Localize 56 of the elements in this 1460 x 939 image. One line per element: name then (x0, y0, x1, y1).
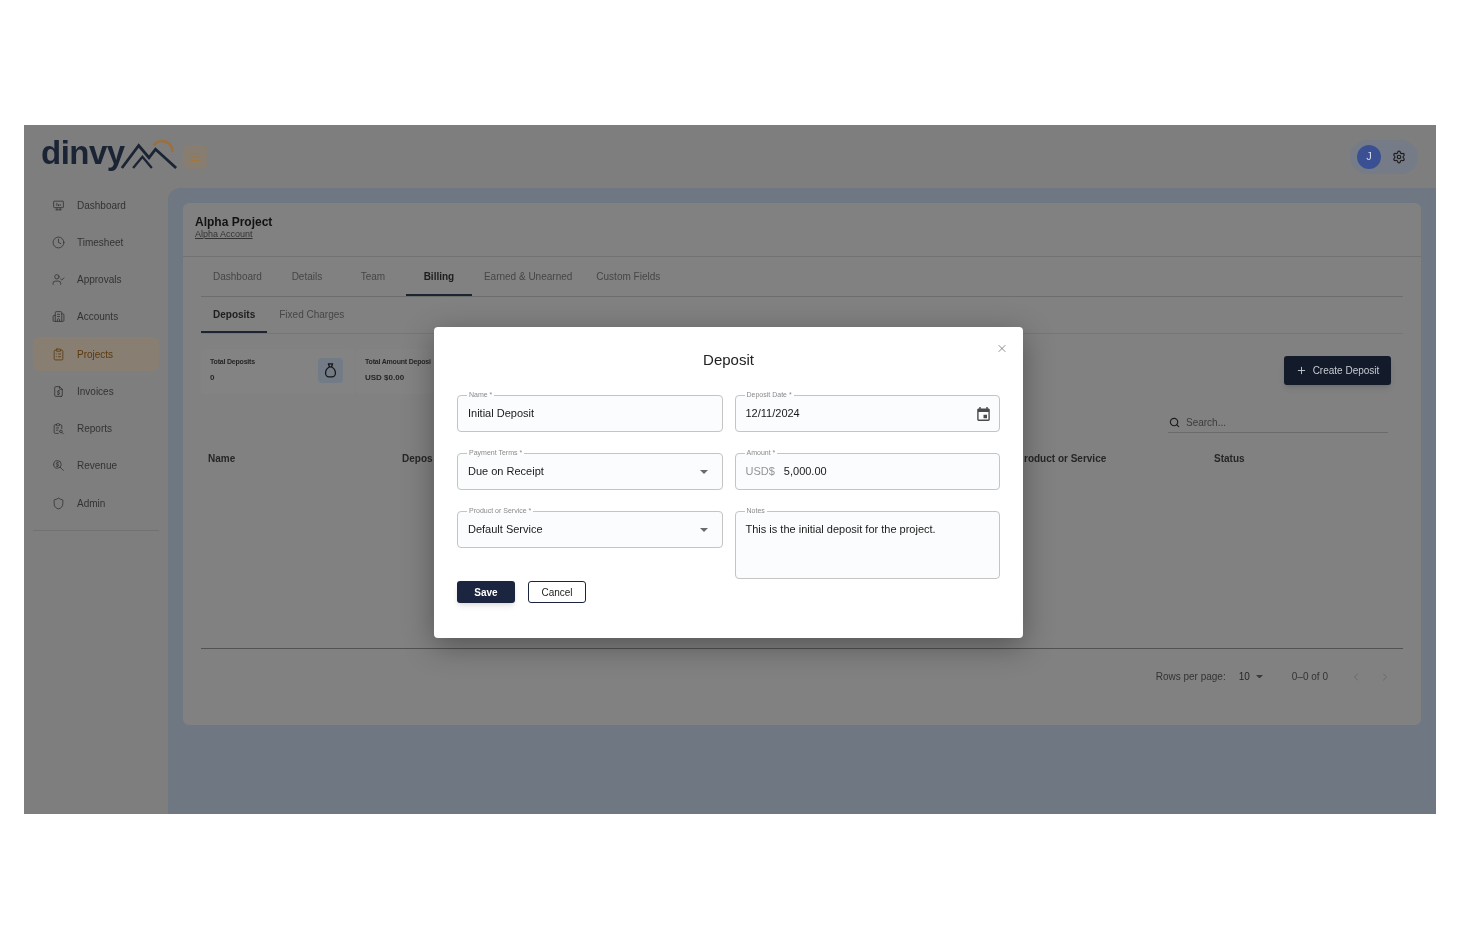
account-link[interactable]: Alpha Account (195, 229, 253, 240)
logo-wordmark: dinvy (41, 136, 125, 170)
rows-per-page-label: Rows per page: (1155, 670, 1226, 684)
user-check-icon (52, 273, 65, 286)
page-range-text: 0–0 of 0 (1291, 670, 1328, 684)
dialog-title: Deposit (703, 350, 754, 370)
tab[interactable]: Custom Fields (584, 257, 673, 296)
settings-icon[interactable] (1392, 149, 1406, 164)
column-header: roduct or Service (1024, 453, 1107, 464)
sidebar-item[interactable]: Approvals (33, 262, 159, 297)
tab[interactable]: Details (273, 257, 340, 296)
search-dollar-icon (52, 459, 65, 473)
tab[interactable]: Fixed Charges (267, 297, 357, 333)
menu-button[interactable] (182, 144, 207, 169)
bag-icon (318, 358, 343, 383)
rows-per-page-select[interactable]: 10 (1238, 669, 1263, 684)
currency-prefix: USD$ (745, 464, 775, 480)
close-button[interactable] (996, 342, 1008, 354)
sidebar-item[interactable]: Invoices (33, 374, 159, 409)
caret-icon (699, 527, 708, 532)
caret-icon (1255, 674, 1263, 679)
sidebar-item[interactable]: Timesheet (33, 225, 159, 260)
tab[interactable]: Dashboard (201, 257, 274, 296)
calendar-icon[interactable] (977, 406, 990, 421)
sidebar-item[interactable]: Accounts (33, 299, 159, 334)
user-avatar[interactable]: J (1357, 144, 1381, 169)
create-deposit-button[interactable]: Create Deposit (1284, 356, 1391, 385)
sidebar-item[interactable]: Dashboard (33, 188, 159, 222)
sidebar-item[interactable]: Projects (33, 337, 159, 371)
sidebar-item[interactable]: Reports (33, 411, 159, 446)
plus-icon (1295, 365, 1307, 376)
report-search-icon (52, 422, 65, 435)
file-dollar-icon (52, 384, 65, 398)
monitor-chart-icon (52, 198, 65, 212)
sidebar-item[interactable]: Admin (33, 486, 159, 520)
stat-value: USD $0.00 (365, 373, 406, 383)
cancel-button[interactable]: Cancel (528, 581, 586, 603)
tab[interactable]: Earned & Unearned (471, 257, 585, 296)
sidebar-item[interactable]: Revenue (33, 448, 159, 483)
search-field[interactable]: Search... (1168, 413, 1388, 433)
tab[interactable]: Billing (405, 257, 472, 296)
stat-value: 0 (210, 373, 216, 383)
column-header: Depos (402, 453, 433, 464)
search-icon (1169, 417, 1180, 428)
clipboard-icon (52, 347, 65, 361)
clock-icon (52, 235, 65, 249)
building-icon (52, 310, 65, 324)
shield-icon (52, 496, 65, 510)
caret-icon (699, 469, 708, 474)
tab[interactable]: Deposits (201, 297, 268, 333)
menu-icon (188, 150, 201, 163)
save-button[interactable]: Save (457, 581, 515, 603)
column-header: Name (208, 453, 236, 464)
tab[interactable]: Team (339, 257, 406, 296)
project-title: Alpha Project (195, 215, 273, 229)
column-header: Status (1214, 453, 1245, 464)
